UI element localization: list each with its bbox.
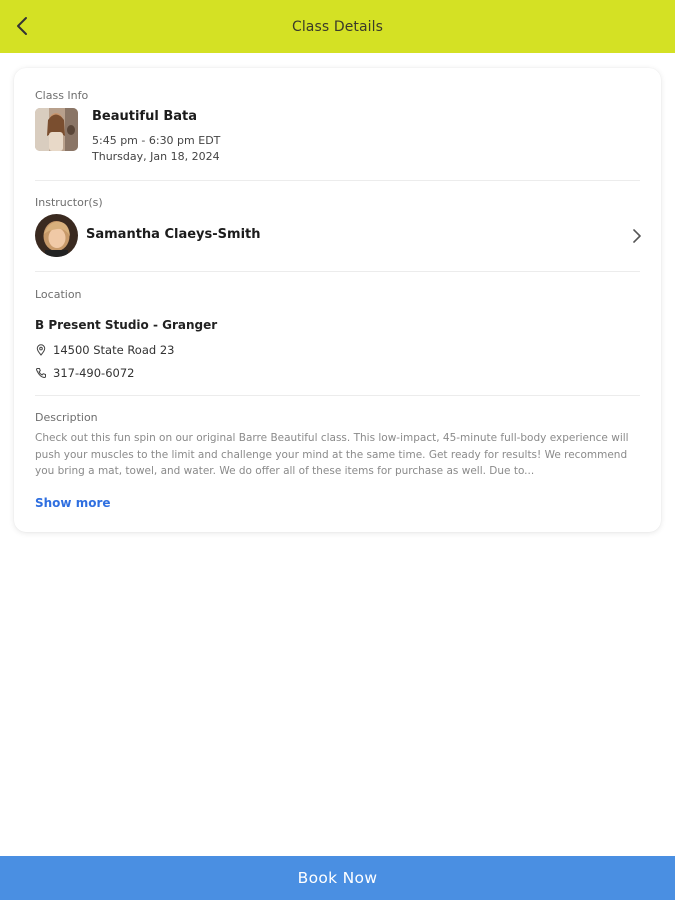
phone-number[interactable]: 317-490-6072 xyxy=(53,366,134,380)
class-info-label: Class Info xyxy=(35,89,89,102)
location-label: Location xyxy=(35,288,82,301)
class-details-card: Class Info Beautiful Bata 5:45 pm - 6:30… xyxy=(14,68,661,532)
book-now-button[interactable]: Book Now xyxy=(0,856,675,900)
top-bar: Class Details xyxy=(0,0,675,53)
page-title: Class Details xyxy=(291,18,384,35)
description-text: Check out this fun spin on our original … xyxy=(35,432,629,477)
class-time: 5:45 pm - 6:30 pm EDT xyxy=(92,134,221,147)
address-text: 14500 State Road 23 xyxy=(53,343,175,357)
class-name: Beautiful Bata xyxy=(92,109,197,124)
divider xyxy=(35,271,640,272)
instructor-name: Samantha Claeys-Smith xyxy=(86,227,261,242)
description-label: Description xyxy=(35,411,98,424)
phone-icon xyxy=(36,368,46,378)
instructors-label: Instructor(s) xyxy=(35,196,103,209)
address-row: 14500 State Road 23 xyxy=(35,342,174,358)
class-details-screen: Class Details Class Info Beautiful Bata … xyxy=(0,0,675,900)
map-pin-icon xyxy=(36,344,46,356)
class-thumbnail xyxy=(35,108,78,151)
chevron-right-icon xyxy=(633,229,641,243)
divider xyxy=(35,395,640,396)
studio-name: B Present Studio - Granger xyxy=(35,318,218,332)
class-date: Thursday, Jan 18, 2024 xyxy=(92,150,220,163)
back-button[interactable] xyxy=(6,10,38,42)
show-more-link[interactable]: Show more xyxy=(35,496,111,510)
divider xyxy=(35,180,640,181)
avatar xyxy=(35,214,78,257)
chevron-left-icon xyxy=(17,17,27,35)
instructor-row[interactable]: Samantha Claeys-Smith xyxy=(35,214,643,258)
phone-row[interactable]: 317-490-6072 xyxy=(35,365,134,381)
